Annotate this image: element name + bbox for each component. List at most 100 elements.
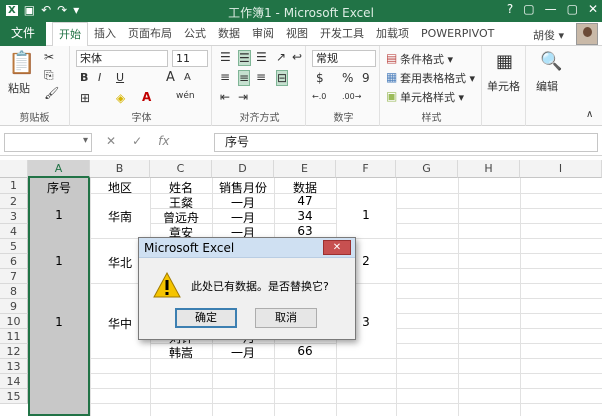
insert-function-icon[interactable]: fx — [158, 134, 169, 148]
row-header[interactable]: 13 — [0, 359, 28, 374]
column-header-b[interactable]: B — [90, 160, 150, 178]
orientation-icon[interactable]: ↗ — [276, 50, 286, 64]
row-header[interactable]: 1 — [0, 178, 28, 194]
cells-icon[interactable]: ▦ — [496, 52, 513, 72]
tab-developer[interactable]: 开发工具 — [314, 22, 370, 46]
tab-formulas[interactable]: 公式 — [178, 22, 212, 46]
tab-insert[interactable]: 插入 — [88, 22, 122, 46]
formula-input[interactable]: 序号 — [214, 133, 598, 152]
column-header-a[interactable]: A — [28, 160, 90, 178]
grow-font-button[interactable]: A — [166, 70, 175, 85]
row-header[interactable]: 5 — [0, 239, 28, 254]
currency-button[interactable]: $ — [316, 71, 324, 85]
row-header[interactable]: 4 — [0, 224, 28, 239]
row-header[interactable]: 12 — [0, 344, 28, 359]
column-header-i[interactable]: I — [520, 160, 602, 178]
close-icon[interactable]: ✕ — [588, 2, 598, 16]
align-left-icon[interactable]: ≡ — [220, 70, 230, 84]
font-color-icon[interactable]: A — [142, 90, 151, 104]
collapse-ribbon-icon[interactable]: ∧ — [586, 108, 593, 122]
tab-page-layout[interactable]: 页面布局 — [122, 22, 178, 46]
align-right-icon[interactable]: ≡ — [256, 70, 266, 84]
increase-decimal-button[interactable]: ←.0 — [312, 92, 326, 101]
tab-data[interactable]: 数据 — [212, 22, 246, 46]
minimize-icon[interactable]: — — [545, 2, 557, 16]
tab-powerpivot[interactable]: POWERPIVOT — [415, 22, 500, 46]
font-name-select[interactable]: 宋体 — [76, 50, 168, 67]
row-header[interactable]: 9 — [0, 299, 28, 314]
maximize-icon[interactable]: ▢ — [567, 2, 578, 16]
ok-button[interactable]: 确定 — [175, 308, 237, 328]
border-icon[interactable]: ⊞ — [80, 91, 90, 105]
italic-button[interactable]: I — [98, 71, 101, 84]
phonetic-guide-button[interactable]: wén — [176, 91, 195, 101]
dialog-close-button[interactable]: ✕ — [323, 240, 351, 255]
wrap-text-icon[interactable]: ↩ — [292, 50, 302, 64]
merge-center-icon[interactable]: ⊟ — [276, 70, 289, 86]
paste-icon[interactable]: 📋 — [8, 52, 35, 76]
cell-b1[interactable]: 地区 — [90, 179, 150, 196]
tab-file[interactable]: 文件 — [0, 22, 46, 46]
row-header[interactable]: 10 — [0, 314, 28, 329]
cell-styles-button[interactable]: 单元格样式 ▾ — [400, 89, 464, 105]
cell-name[interactable]: 韩嵩 — [150, 344, 212, 361]
cells-button-label[interactable]: 单元格 — [487, 78, 520, 94]
align-bottom-icon[interactable]: ☰ — [256, 50, 267, 64]
editing-button-label[interactable]: 编辑 — [536, 78, 558, 94]
cancel-entry-icon[interactable]: ✕ — [106, 134, 116, 148]
merged-cell-f[interactable]: 1 — [336, 208, 396, 222]
merged-cell-a[interactable]: 1 — [28, 315, 90, 329]
column-header-g[interactable]: G — [396, 160, 458, 178]
decrease-decimal-button[interactable]: .00→ — [342, 92, 361, 101]
number-format-select[interactable]: 常规 — [312, 50, 376, 67]
decrease-indent-icon[interactable]: ⇤ — [220, 90, 230, 104]
row-header[interactable]: 3 — [0, 209, 28, 224]
bold-button[interactable]: B — [80, 71, 88, 84]
merged-cell-a[interactable]: 1 — [28, 254, 90, 268]
row-header[interactable]: 15 — [0, 389, 28, 404]
percent-button[interactable]: % — [342, 71, 353, 85]
tab-view[interactable]: 视图 — [280, 22, 314, 46]
column-header-c[interactable]: C — [150, 160, 212, 178]
help-icon[interactable]: ? — [507, 2, 513, 16]
user-account[interactable]: 胡俊 ▾ — [533, 27, 564, 43]
align-top-icon[interactable]: ☰ — [220, 50, 231, 64]
column-header-h[interactable]: H — [458, 160, 520, 178]
row-header[interactable]: 6 — [0, 254, 28, 269]
column-header-e[interactable]: E — [274, 160, 336, 178]
row-header[interactable]: 14 — [0, 374, 28, 389]
column-header-d[interactable]: D — [212, 160, 274, 178]
font-size-select[interactable]: 11 — [172, 50, 208, 67]
cancel-button[interactable]: 取消 — [255, 308, 317, 328]
ribbon-display-icon[interactable]: ▢ — [523, 2, 534, 16]
align-center-icon[interactable]: ≡ — [238, 70, 251, 86]
fill-color-icon[interactable]: ◈ — [116, 91, 125, 105]
comma-button[interactable]: 9 — [362, 71, 370, 85]
merged-cell-b[interactable]: 华南 — [90, 208, 150, 225]
conditional-formatting-button[interactable]: 条件格式 ▾ — [400, 51, 453, 67]
enter-entry-icon[interactable]: ✓ — [132, 134, 142, 148]
shrink-font-button[interactable]: A — [184, 72, 191, 83]
cell-month[interactable]: 一月 — [212, 344, 274, 361]
row-header[interactable]: 8 — [0, 284, 28, 299]
format-as-table-button[interactable]: 套用表格格式 ▾ — [400, 70, 475, 86]
cell-value[interactable]: 66 — [274, 344, 336, 358]
name-box[interactable] — [4, 133, 92, 152]
align-middle-icon[interactable]: ☰ — [238, 50, 251, 66]
tab-home[interactable]: 开始 — [52, 22, 88, 47]
format-painter-icon[interactable]: 🖌 — [44, 86, 59, 100]
row-header[interactable]: 11 — [0, 329, 28, 344]
cut-icon[interactable]: ✂ — [44, 50, 54, 64]
avatar[interactable] — [576, 23, 598, 45]
underline-button[interactable]: U — [116, 71, 124, 84]
cell-value[interactable]: 63 — [274, 224, 336, 238]
copy-icon[interactable]: ⎘ — [44, 68, 54, 82]
cell-value[interactable]: 34 — [274, 209, 336, 223]
tab-review[interactable]: 审阅 — [246, 22, 280, 46]
column-header-f[interactable]: F — [336, 160, 396, 178]
row-header[interactable]: 2 — [0, 194, 28, 209]
merged-cell-a[interactable]: 1 — [28, 208, 90, 222]
increase-indent-icon[interactable]: ⇥ — [238, 90, 248, 104]
find-select-icon[interactable]: 🔍 — [540, 52, 562, 72]
select-all-corner[interactable] — [0, 160, 28, 178]
